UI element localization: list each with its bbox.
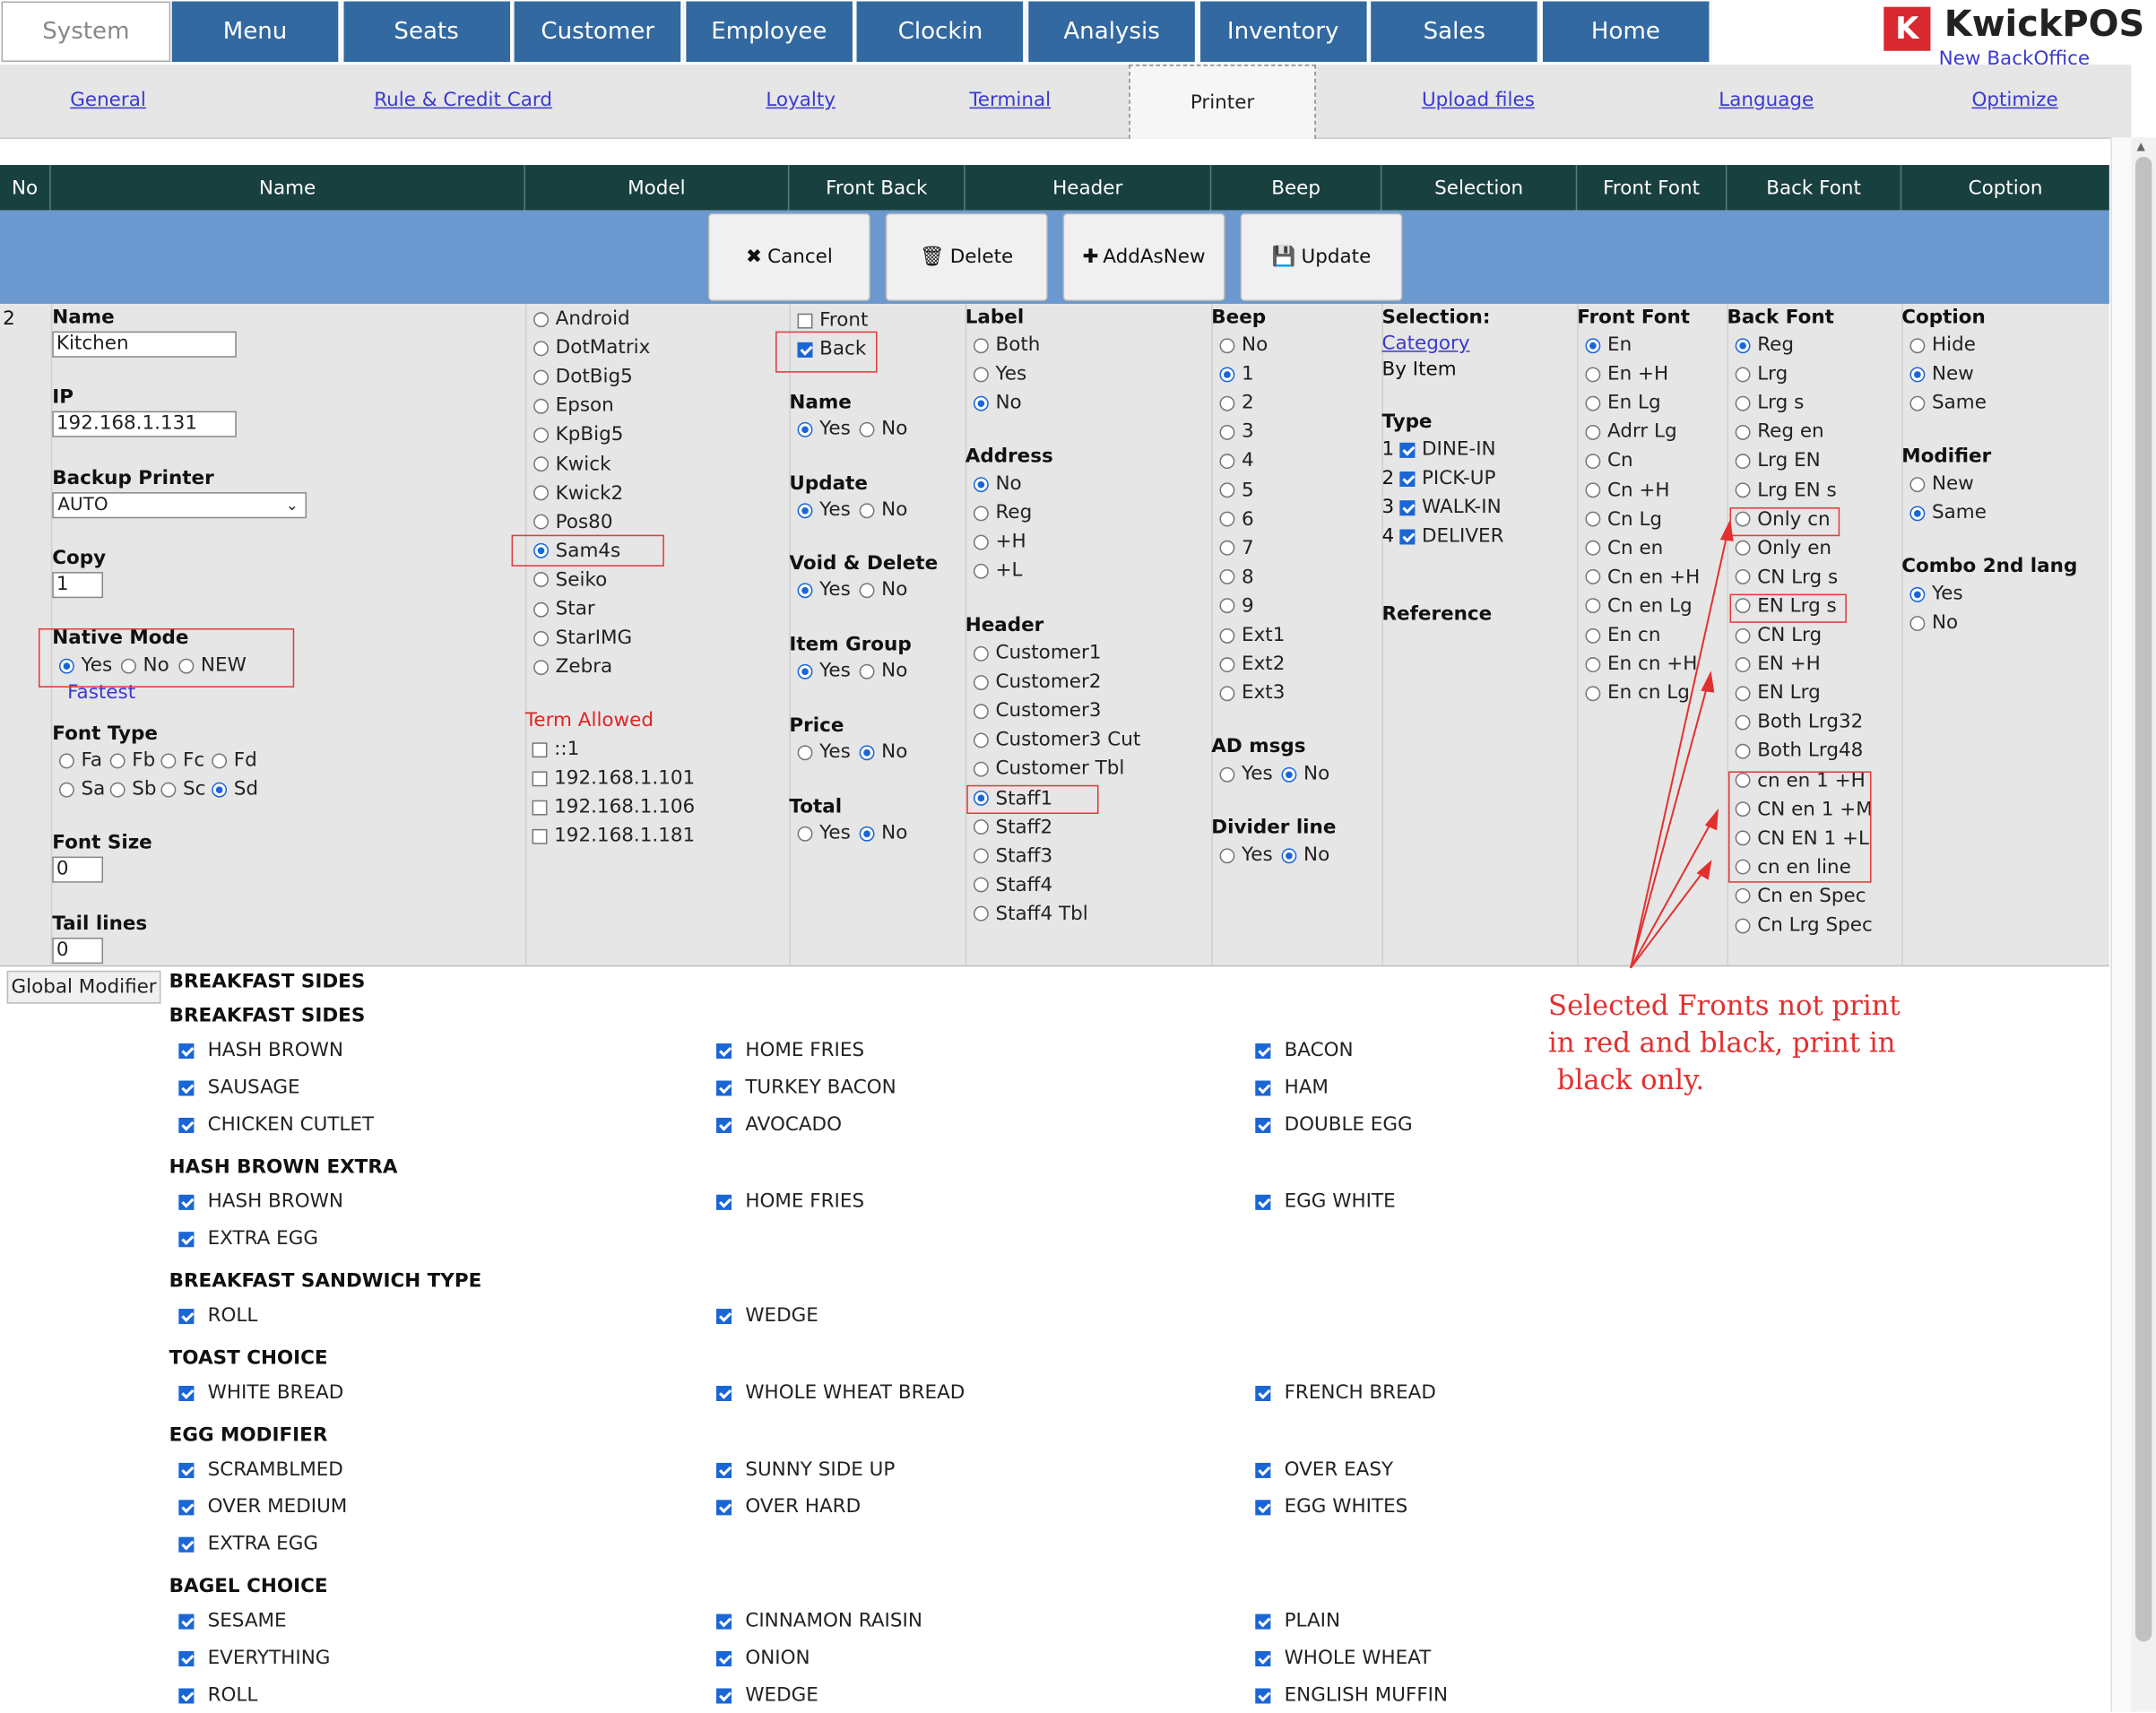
inner-scroll-track xyxy=(2110,137,2133,1712)
arrow-head xyxy=(1701,670,1715,693)
annotation-note: Selected Fronts not print in red and bla… xyxy=(1548,988,1901,1096)
arrow-en-lrg-s xyxy=(1630,673,1712,969)
arrow-head xyxy=(1704,808,1719,831)
scroll-thumb[interactable] xyxy=(2134,156,2152,1642)
arrow-head xyxy=(1719,519,1734,541)
page-scrollbar[interactable]: ▲ xyxy=(2131,137,2156,1712)
app-root: System Menu Seats Customer Employee Clockin A… xyxy=(0,0,2156,1713)
scroll-up-icon[interactable]: ▲ xyxy=(2137,140,2145,152)
arrow-cn-en-1 xyxy=(1630,810,1719,969)
annotation-arrows xyxy=(1630,519,1734,969)
